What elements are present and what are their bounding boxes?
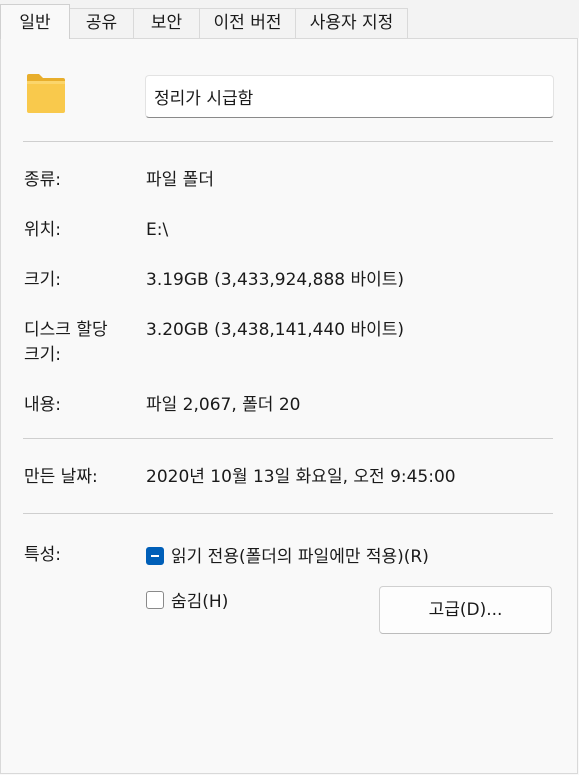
tab-security[interactable]: 보안 — [133, 8, 200, 38]
disk-size-label: 디스크 할당 크기: — [24, 320, 108, 365]
folder-name-input[interactable] — [145, 75, 554, 118]
type-value: 파일 폴더 — [146, 170, 214, 190]
readonly-checkbox[interactable] — [146, 547, 164, 565]
created-label: 만든 날짜: — [24, 467, 98, 487]
divider — [23, 513, 553, 514]
divider — [23, 141, 553, 142]
contents-label: 내용: — [24, 395, 62, 415]
size-value: 3.19GB (3,433,924,888 바이트) — [146, 270, 405, 290]
tab-customize[interactable]: 사용자 지정 — [295, 8, 408, 38]
tab-previous-versions[interactable]: 이전 버전 — [199, 8, 296, 38]
hidden-checkbox[interactable] — [146, 591, 164, 609]
tab-bar: 일반 공유 보안 이전 버전 사용자 지정 — [0, 0, 579, 39]
advanced-button[interactable]: 고급(D)... — [379, 586, 552, 634]
location-label: 위치: — [24, 220, 62, 240]
disk-size-value: 3.20GB (3,438,141,440 바이트) — [146, 320, 405, 340]
divider — [23, 438, 553, 439]
hidden-checkbox-label[interactable]: 숨김(H) — [171, 590, 228, 615]
folder-icon — [26, 72, 66, 114]
contents-value: 파일 2,067, 폴더 20 — [146, 395, 301, 415]
created-value: 2020년 10월 13일 화요일, 오전 9:45:00 — [146, 467, 456, 487]
size-label: 크기: — [24, 270, 62, 290]
readonly-checkbox-label[interactable]: 읽기 전용(폴더의 파일에만 적용)(R) — [171, 545, 429, 570]
type-label: 종류: — [24, 170, 62, 190]
location-value: E:\ — [146, 220, 169, 240]
tab-general[interactable]: 일반 — [0, 4, 70, 39]
tab-sharing[interactable]: 공유 — [69, 8, 134, 38]
attributes-label: 특성: — [24, 545, 62, 565]
